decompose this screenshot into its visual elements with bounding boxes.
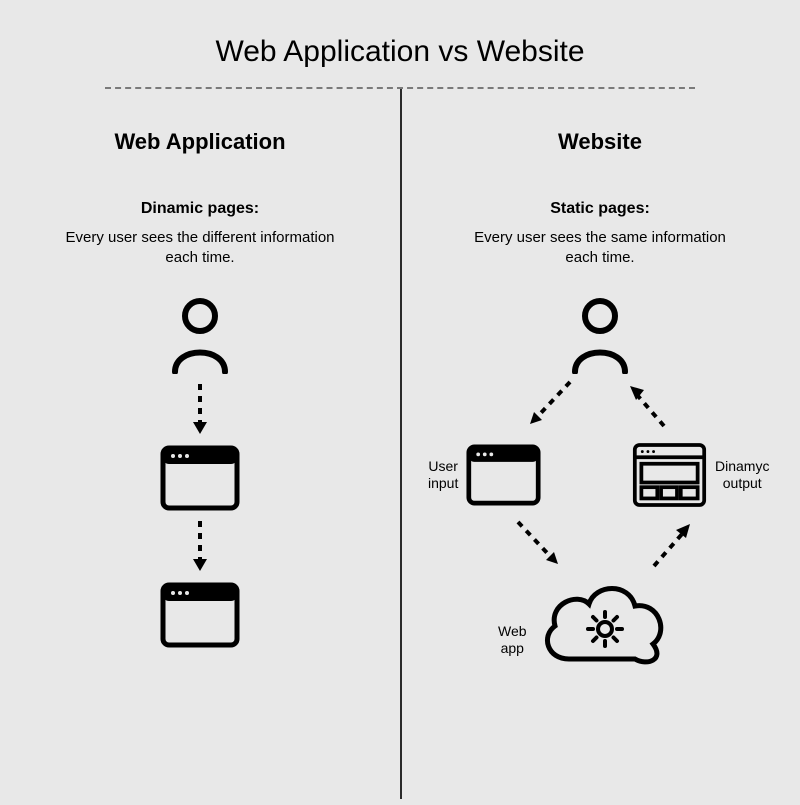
user-node xyxy=(565,294,635,374)
arrow-diagonal-down-right-icon xyxy=(508,514,568,574)
arrow-diagonal-up-left-icon xyxy=(622,374,682,434)
cloud-gear-icon xyxy=(535,574,670,669)
dynamic-output-node: Dinamyc output xyxy=(632,442,769,508)
arrow-down-icon xyxy=(190,519,210,574)
browser-layout-icon xyxy=(632,442,707,508)
comparison-columns: Web Application Dinamic pages: Every use… xyxy=(0,89,800,799)
web-app-label: Web app xyxy=(498,623,527,657)
arrow-diagonal-down-left-icon xyxy=(520,374,580,434)
left-heading: Web Application xyxy=(0,129,400,155)
right-column-website: Website Static pages: Every user sees th… xyxy=(400,89,800,799)
left-flow xyxy=(0,294,400,648)
dynamic-output-label: Dinamyc output xyxy=(715,458,769,492)
right-subheading: Static pages: xyxy=(400,200,800,218)
page-title: Web Application vs Website xyxy=(0,0,800,87)
left-column-web-application: Web Application Dinamic pages: Every use… xyxy=(0,89,400,799)
user-icon xyxy=(165,294,235,374)
user-icon xyxy=(565,294,635,374)
user-input-label: User input xyxy=(428,458,458,492)
arrow-diagonal-up-right-icon xyxy=(638,514,698,574)
right-body: Every user sees the same information eac… xyxy=(400,228,800,269)
right-flow: User input xyxy=(400,294,800,714)
web-app-node: Web app xyxy=(498,574,670,669)
left-body: Every user sees the different informatio… xyxy=(0,228,400,269)
left-subheading: Dinamic pages: xyxy=(0,200,400,218)
browser-window-icon xyxy=(466,444,541,506)
browser-window-icon xyxy=(160,582,240,648)
arrow-down-icon xyxy=(190,382,210,437)
right-heading: Website xyxy=(400,129,800,155)
user-input-node: User input xyxy=(428,444,541,506)
browser-window-icon xyxy=(160,445,240,511)
